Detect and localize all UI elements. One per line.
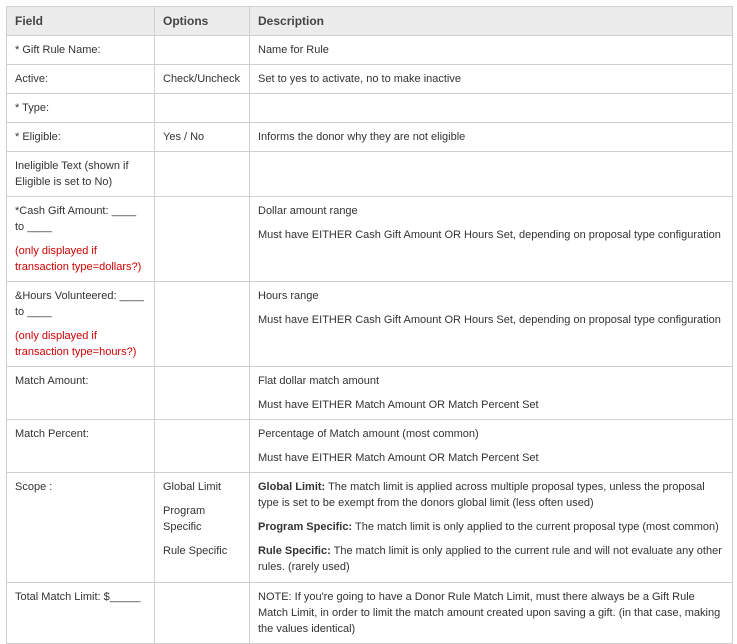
scope-option: Rule Specific (163, 545, 228, 557)
table-row: Match Amount: Flat dollar match amount M… (6, 366, 733, 420)
table-header-row: Field Options Description (6, 6, 733, 36)
table-row: *Cash Gift Amount: ____ to ____ (only di… (6, 196, 733, 282)
scope-option-line: Specific (163, 521, 202, 533)
field-cell: Match Percent: (6, 419, 155, 473)
description-cell: Set to yes to activate, no to make inact… (249, 64, 733, 94)
scope-label: Rule Specific: (258, 545, 331, 557)
description-text: Hours range (258, 290, 319, 302)
options-cell (154, 196, 250, 282)
options-cell: Global Limit Program Specific Rule Speci… (154, 472, 250, 583)
field-cell: Active: (6, 64, 155, 94)
table-row: Ineligible Text (shown if Eligible is se… (6, 151, 733, 197)
table-row: Active: Check/Uncheck Set to yes to acti… (6, 64, 733, 94)
field-text-line: &Hours Volunteered: ____ (15, 290, 145, 302)
scope-option: Program Specific (163, 503, 241, 535)
description-text: Flat dollar match amount (258, 375, 380, 387)
table-row: Total Match Limit: $_____ NOTE: If you'r… (6, 582, 733, 644)
field-text-line: *Cash Gift Amount: ____ (15, 205, 137, 217)
options-cell (154, 419, 250, 473)
conditional-note: transaction type=dollars?) (15, 261, 142, 273)
table-row: * Gift Rule Name: Name for Rule (6, 35, 733, 65)
description-text: Must have EITHER Cash Gift Amount OR Hou… (258, 314, 721, 326)
table-row: &Hours Volunteered: ____ to ____ (only d… (6, 281, 733, 367)
description-text: Must have EITHER Cash Gift Amount OR Hou… (258, 229, 721, 241)
field-cell: &Hours Volunteered: ____ to ____ (only d… (6, 281, 155, 367)
description-text: Percentage of Match amount (most common) (258, 428, 479, 440)
field-text-line: Ineligible Text (shown if (15, 160, 129, 172)
field-cell: Match Amount: (6, 366, 155, 420)
description-cell (249, 93, 733, 123)
scope-program-description: Program Specific: The match limit is onl… (258, 519, 724, 535)
header-field: Field (6, 6, 155, 36)
description-cell: Global Limit: The match limit is applied… (249, 472, 733, 583)
field-cell: Total Match Limit: $_____ (6, 582, 155, 644)
table-row: * Type: (6, 93, 733, 123)
table-row: Scope : Global Limit Program Specific Ru… (6, 472, 733, 583)
description-cell: Dollar amount range Must have EITHER Cas… (249, 196, 733, 282)
description-text: Must have EITHER Match Amount OR Match P… (258, 399, 539, 411)
conditional-note: (only displayed if (15, 245, 97, 257)
page-container: Field Options Description * Gift Rule Na… (0, 0, 737, 644)
description-cell (249, 151, 733, 197)
field-cell: *Cash Gift Amount: ____ to ____ (only di… (6, 196, 155, 282)
description-text: Dollar amount range (258, 205, 358, 217)
field-text-line: to ____ (15, 306, 52, 318)
scope-rule-description: Rule Specific: The match limit is only a… (258, 543, 724, 575)
scope-global-description: Global Limit: The match limit is applied… (258, 479, 724, 511)
header-options: Options (154, 6, 250, 36)
field-cell: Ineligible Text (shown if Eligible is se… (6, 151, 155, 197)
description-cell: Informs the donor why they are not eligi… (249, 122, 733, 152)
description-cell: Flat dollar match amount Must have EITHE… (249, 366, 733, 420)
field-cell: Scope : (6, 472, 155, 583)
field-cell: * Gift Rule Name: (6, 35, 155, 65)
options-cell (154, 366, 250, 420)
options-cell (154, 35, 250, 65)
options-cell: Check/Uncheck (154, 64, 250, 94)
conditional-note: (only displayed if (15, 330, 97, 342)
scope-label: Global Limit: (258, 481, 326, 493)
options-cell (154, 281, 250, 367)
header-description: Description (249, 6, 733, 36)
conditional-note: transaction type=hours?) (15, 346, 137, 358)
field-cell: * Type: (6, 93, 155, 123)
table-row: * Eligible: Yes / No Informs the donor w… (6, 122, 733, 152)
scope-option: Global Limit (163, 481, 222, 493)
description-cell: Hours range Must have EITHER Cash Gift A… (249, 281, 733, 367)
field-text-line: to ____ (15, 221, 52, 233)
options-cell (154, 151, 250, 197)
field-cell: * Eligible: (6, 122, 155, 152)
scope-text: The match limit is applied across multip… (258, 481, 705, 509)
description-text: Must have EITHER Match Amount OR Match P… (258, 452, 539, 464)
table-row: Match Percent: Percentage of Match amoun… (6, 419, 733, 473)
field-text-line: Eligible is set to No) (15, 176, 113, 188)
description-cell: NOTE: If you're going to have a Donor Ru… (249, 582, 733, 644)
scope-label: Program Specific: (258, 521, 353, 533)
gift-rule-fields-table: Field Options Description * Gift Rule Na… (6, 6, 733, 644)
scope-option-line: Program (163, 505, 206, 517)
scope-text: The match limit is only applied to the c… (352, 521, 719, 533)
options-cell (154, 93, 250, 123)
options-cell (154, 582, 250, 644)
options-cell: Yes / No (154, 122, 250, 152)
description-cell: Name for Rule (249, 35, 733, 65)
description-cell: Percentage of Match amount (most common)… (249, 419, 733, 473)
